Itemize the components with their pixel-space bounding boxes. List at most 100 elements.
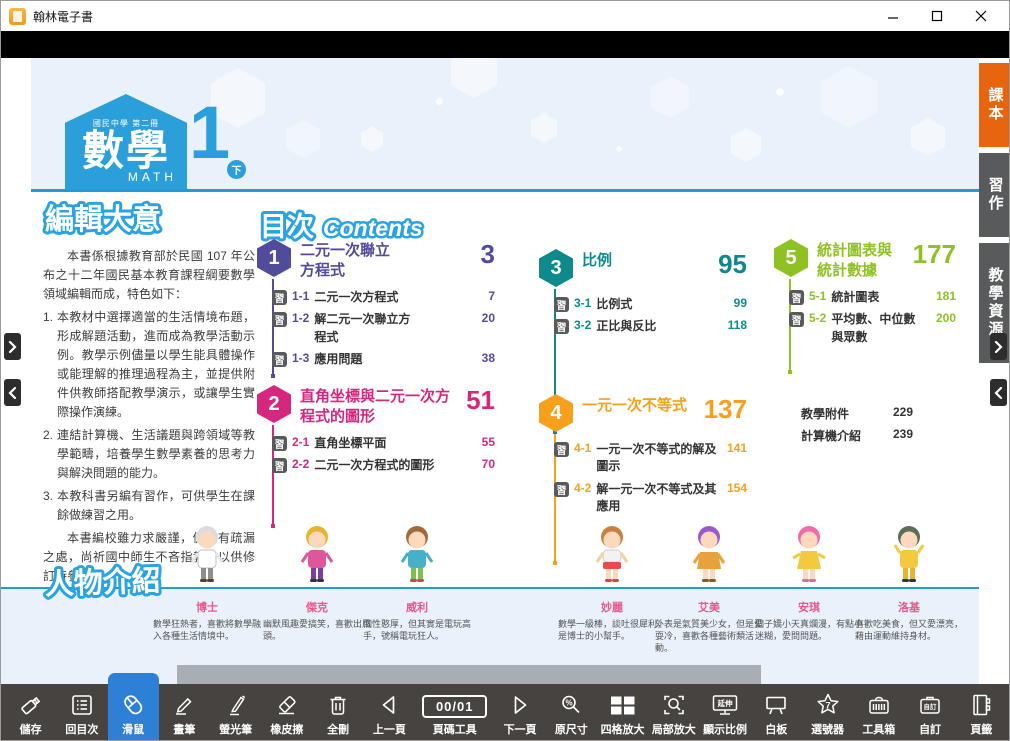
ebook-window: 翰林電子書 國民中學 第二冊 數學 MATH 1 下 編輯大意 xyxy=(0,0,1010,741)
toc-chapter-3: 3 比例 95 習 3-1 比例式 99 習 3-2 正比與反比 118 xyxy=(539,249,747,341)
page-tabs-button[interactable]: 頁籤 xyxy=(956,684,1007,741)
toc-section-link[interactable]: 習 1-1 二元一次方程式 7 xyxy=(272,289,495,306)
toc-section-link[interactable]: 習 2-1 直角坐標平面 55 xyxy=(272,435,495,452)
chapter-number-hexagon: 2 xyxy=(257,385,291,423)
mouse-tool-button[interactable]: 滑鼠 xyxy=(108,673,159,741)
workbook-badge: 習 xyxy=(272,436,287,451)
page-number-tool[interactable]: 00/01 頁碼工具 xyxy=(415,684,494,741)
character-description: 個性憨厚，但其實是電玩高手，號稱電玩狂人。 xyxy=(359,618,475,642)
toc-extras: 教學附件 229 計算機介紹 239 xyxy=(801,405,913,449)
minimize-button[interactable] xyxy=(871,2,915,30)
chapter-number-hexagon: 4 xyxy=(539,394,573,432)
toc-chapter-1: 1 二元一次聯立方程式 3 習 1-1 二元一次方程式 7 習 1-2 解二元一… xyxy=(257,239,495,374)
whiteboard-button[interactable]: 白板 xyxy=(751,684,802,741)
highlighter-icon xyxy=(223,692,249,718)
window-title: 翰林電子書 xyxy=(33,8,93,25)
left-panel-expand-button[interactable] xyxy=(4,333,21,360)
editorial-item-text: 本教材中選擇適當的生活情境布題，形成解題活動，進而成為教學活動示例。教學示例儘量… xyxy=(57,308,255,422)
svg-text:自訂: 自訂 xyxy=(924,702,938,711)
toc-section-link[interactable]: 習 2-2 二元一次方程式的圖形 70 xyxy=(272,457,495,474)
toc-section-link[interactable]: 習 3-1 比例式 99 xyxy=(554,296,747,313)
svg-text:編輯大意: 編輯大意 xyxy=(45,202,161,236)
page-banner: 國民中學 第二冊 數學 MATH 1 下 xyxy=(31,58,979,190)
character-description: 幽默風趣愛搞笑，喜歡出風頭。 xyxy=(259,618,375,642)
toc-section-link[interactable]: 習 5-2 平均數、中位數與眾數 200 xyxy=(789,311,956,346)
tab-workbook[interactable]: 習作 xyxy=(979,153,1010,237)
toc-extra-link[interactable]: 計算機介紹 239 xyxy=(801,427,913,444)
horizontal-scrollbar-thumb[interactable] xyxy=(177,665,761,684)
character-name: 艾美 xyxy=(651,599,767,615)
toc-section-link[interactable]: 習 1-3 應用問題 38 xyxy=(272,351,495,368)
toc-section-link[interactable]: 習 3-2 正比與反比 118 xyxy=(554,318,747,335)
character-name: 洛基 xyxy=(851,599,967,615)
bottom-toolbar: 儲存 回目次 滑鼠 xyxy=(1,684,1010,741)
workbook-badge: 習 xyxy=(554,482,569,497)
toc-chapter-2-link[interactable]: 2 直角坐標與二元一次方程式的圖形 51 xyxy=(257,385,495,426)
region-zoom-button[interactable]: 局部放大 xyxy=(648,684,699,741)
number-picker-button[interactable]: 7 選號器 xyxy=(802,684,853,741)
character-description: 個子嬌小天真爛漫，有點小迷糊，愛問問題。 xyxy=(751,618,867,642)
svg-text:延伸: 延伸 xyxy=(717,698,733,708)
maximize-button[interactable] xyxy=(915,2,959,30)
character-name: 威利 xyxy=(359,599,475,615)
right-panel-collapse-button[interactable] xyxy=(990,379,1007,406)
toc-extra-link[interactable]: 教學附件 229 xyxy=(801,405,913,422)
editorial-item-text: 本教科書另編有習作，可供學生在課餘做練習之用。 xyxy=(57,487,255,525)
editorial-item-number: 2. xyxy=(43,426,57,483)
custom-button[interactable]: 自訂 自訂 xyxy=(904,684,955,741)
previous-page-button[interactable]: 上一頁 xyxy=(364,684,415,741)
pen-tool-button[interactable]: 畫筆 xyxy=(159,684,210,741)
save-button[interactable]: 儲存 xyxy=(5,684,56,741)
toc-chapter-3-link[interactable]: 3 比例 95 xyxy=(539,249,747,287)
tab-textbook[interactable]: 課本 xyxy=(979,63,1010,147)
toolbox-button[interactable]: 工具箱 xyxy=(853,684,904,741)
character-figure xyxy=(751,525,867,583)
next-page-button[interactable]: 下一頁 xyxy=(494,684,545,741)
top-black-bar xyxy=(1,31,1010,58)
toc-chapter-4-link[interactable]: 4 一元一次不等式 137 xyxy=(539,394,747,432)
usb-save-icon xyxy=(18,692,44,718)
star-number-icon: 7 xyxy=(814,692,842,718)
character-angel: 安琪 個子嬌小天真爛漫，有點小迷糊，愛問問題。 xyxy=(751,525,867,642)
toc-section-link[interactable]: 習 4-1 一元一次不等式的解及圖示 141 xyxy=(554,441,747,476)
svg-text:7: 7 xyxy=(825,701,830,711)
custom-case-icon: 自訂 xyxy=(917,692,943,718)
right-panel-expand-button[interactable] xyxy=(990,333,1007,360)
volume-number: 1 xyxy=(189,96,230,170)
svg-text:目次: 目次 xyxy=(260,212,314,242)
character-name: 安琪 xyxy=(751,599,867,615)
toolbox-icon xyxy=(866,692,892,718)
editorial-heading: 編輯大意 xyxy=(41,197,231,241)
quad-zoom-icon xyxy=(608,692,638,718)
toc-section-link[interactable]: 習 4-2 解一元一次不等式及其應用 154 xyxy=(554,481,747,516)
toc-chapter-4: 4 一元一次不等式 137 習 4-1 一元一次不等式的解及圖示 141 習 4… xyxy=(539,394,747,521)
toc-section-link[interactable]: 習 5-1 統計圖表 181 xyxy=(789,289,956,306)
page-indicator[interactable]: 00/01 xyxy=(422,695,488,718)
close-button[interactable] xyxy=(959,2,1003,30)
toc-chapter-5-link[interactable]: 5 統計圖表與統計數據 177 xyxy=(774,239,956,280)
subject-title: 數學 xyxy=(65,129,187,173)
quad-zoom-button[interactable]: 四格放大 xyxy=(597,684,648,741)
workbook-badge: 習 xyxy=(272,312,287,327)
highlighter-tool-button[interactable]: 螢光筆 xyxy=(210,684,261,741)
workbook-badge: 習 xyxy=(272,458,287,473)
display-ratio-button[interactable]: 延伸 顯示比例 xyxy=(699,684,750,741)
chapter-number-hexagon: 5 xyxy=(774,239,808,277)
mouse-icon xyxy=(120,692,146,718)
left-panel-collapse-button[interactable] xyxy=(4,379,21,406)
workbook-badge: 習 xyxy=(272,352,287,367)
toc-section-link[interactable]: 習 1-2 解二元一次聯立方程式 20 xyxy=(272,311,495,346)
whiteboard-icon xyxy=(763,692,789,718)
volume-semester-badge: 下 xyxy=(227,160,246,179)
eraser-tool-button[interactable]: 橡皮擦 xyxy=(261,684,312,741)
svg-text:Contents: Contents xyxy=(323,215,423,241)
delete-all-button[interactable]: 全刪 xyxy=(313,684,364,741)
workbook-badge: 習 xyxy=(789,312,804,327)
workbook-badge: 習 xyxy=(554,297,569,312)
pen-icon xyxy=(171,692,197,718)
chapter-number-hexagon: 3 xyxy=(539,249,573,287)
original-size-button[interactable]: % 原尺寸 xyxy=(546,684,597,741)
svg-text:人物介紹: 人物介紹 xyxy=(44,563,161,601)
character-amy: 艾美 外表是氣質美少女，但是愛耍冷，喜歡各種藝術類活動。 xyxy=(651,525,767,654)
back-to-contents-button[interactable]: 回目次 xyxy=(56,684,107,741)
